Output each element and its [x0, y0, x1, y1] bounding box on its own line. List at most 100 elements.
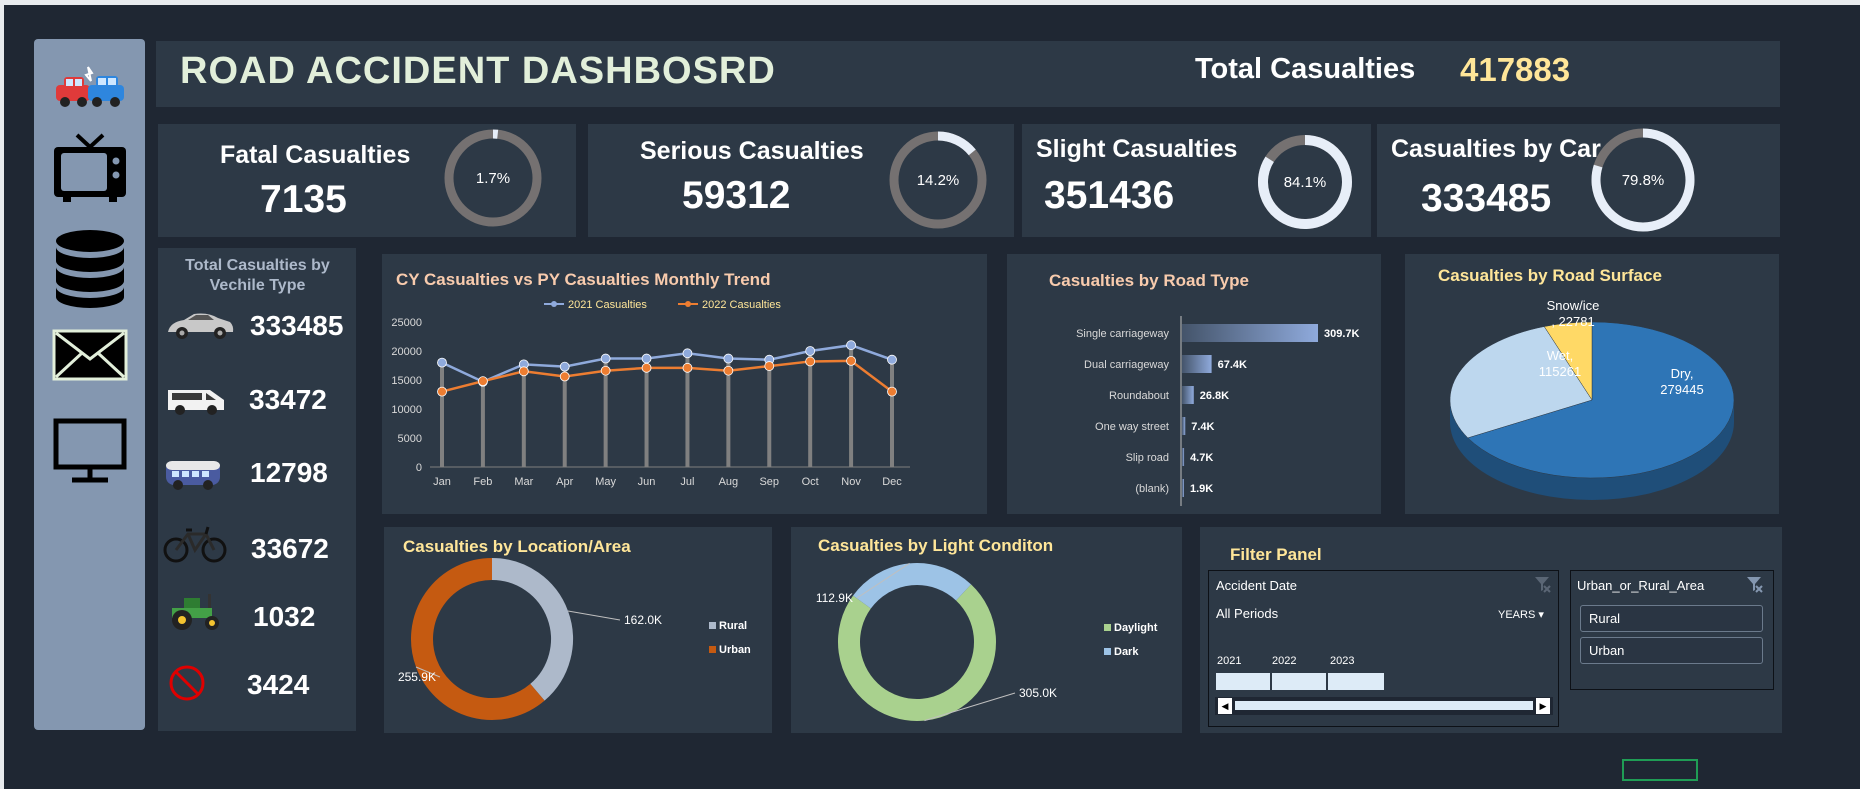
x-tick-label: Sep: [759, 476, 779, 488]
callout-line: [567, 610, 621, 621]
series-point: [518, 366, 529, 377]
bicycle-icon: [162, 522, 228, 569]
series-point: [559, 361, 570, 372]
x-tick-label: Aug: [719, 476, 739, 488]
series-point: [437, 386, 447, 397]
series-point: [559, 371, 570, 382]
road-value-label: 26.8K: [1200, 390, 1229, 402]
series-point: [600, 353, 611, 364]
series-point: [887, 354, 897, 365]
x-tick-label: Jun: [638, 476, 656, 488]
road-bar: [1182, 417, 1186, 435]
vehicle-type-title: Total Casualties by Vechile Type: [160, 256, 355, 296]
vehicle-title-line1: Total Casualties by: [185, 257, 330, 274]
series-point: [805, 346, 816, 356]
date-slicer-unit[interactable]: YEARS ▾: [1498, 608, 1544, 621]
series-line: [441, 343, 893, 384]
legend-label: Rural: [719, 620, 747, 632]
year-label-2023: 2023: [1330, 655, 1355, 667]
road-bar: [1182, 386, 1194, 404]
series-point: [437, 357, 447, 368]
road-category-label: Slip road: [1126, 452, 1169, 464]
legend-swatch: [709, 622, 716, 629]
pie-slice-name: Snow/ice: [1547, 298, 1600, 313]
vehicle-value-car: 333485: [250, 310, 344, 341]
clear-filter-icon[interactable]: [1533, 575, 1551, 598]
road-bar: [1182, 448, 1185, 466]
series-point: [682, 362, 693, 373]
x-tick-label: May: [595, 476, 616, 488]
road-value-label: 4.7K: [1190, 452, 1213, 464]
donut-segment: [491, 558, 573, 701]
x-tick-label: Apr: [556, 476, 573, 488]
kpi-donut-label: 79.8%: [1622, 172, 1665, 189]
series-point: [805, 356, 816, 367]
scroll-thumb[interactable]: [1235, 701, 1533, 710]
x-tick-label: Nov: [841, 476, 861, 488]
series-point: [600, 365, 611, 376]
series-point: [764, 361, 775, 371]
y-tick-label: 25000: [391, 317, 422, 329]
donut-segment: [411, 558, 545, 720]
van-icon: [166, 384, 226, 421]
road-bar: [1182, 355, 1212, 373]
timeline-scrollbar[interactable]: ◀ ▶: [1215, 697, 1553, 715]
year-label-2022: 2022: [1272, 655, 1297, 667]
timeline-bar-2022[interactable]: [1272, 673, 1326, 690]
kpi-donut-label: 1.7%: [476, 170, 510, 187]
timeline-bar-2021[interactable]: [1216, 673, 1270, 690]
kpi-donut-fatal: 1.7%: [444, 129, 542, 227]
pie-slice-name: Wet,: [1547, 348, 1574, 363]
legend-label: Urban: [719, 644, 751, 656]
legend-swatch: [1104, 624, 1111, 631]
road-bar: [1182, 479, 1184, 497]
vehicle-value-bus: 12798: [250, 457, 328, 488]
donut-value-label: 255.9K: [398, 670, 436, 684]
road-bar: [1182, 324, 1318, 342]
x-tick-label: Dec: [882, 476, 902, 488]
light-chart: 305.0K 112.9K Daylight Dark: [816, 562, 1158, 722]
location-chart: 162.0K 255.9K Rural Urban: [398, 558, 751, 720]
kpi-donut-label: 84.1%: [1284, 174, 1327, 191]
y-tick-label: 15000: [391, 375, 422, 387]
area-option-urban[interactable]: Urban: [1580, 637, 1763, 664]
scroll-right-icon[interactable]: ▶: [1536, 698, 1550, 714]
donut-segment: [838, 584, 996, 721]
kpi-donut-serious: 14.2%: [889, 131, 987, 229]
legend-marker: [685, 301, 691, 307]
road-category-label: One way street: [1095, 421, 1169, 433]
area-option-rural[interactable]: Rural: [1580, 605, 1763, 632]
vehicle-value-other: 3424: [247, 669, 310, 700]
area-slicer-header: Urban_or_Rural_Area: [1577, 578, 1705, 593]
x-tick-label: Oct: [802, 476, 819, 488]
timeline-bar-2023[interactable]: [1328, 673, 1384, 690]
road-value-label: 1.9K: [1190, 483, 1213, 495]
clear-filter-icon[interactable]: [1745, 575, 1763, 598]
vehicle-value-van: 33472: [249, 384, 327, 415]
year-label-2021: 2021: [1217, 655, 1242, 667]
y-tick-label: 5000: [398, 433, 422, 445]
road-category-label: (blank): [1135, 483, 1169, 495]
x-tick-label: Mar: [514, 476, 533, 488]
scroll-left-icon[interactable]: ◀: [1218, 698, 1232, 714]
legend-swatch: [1104, 648, 1111, 655]
monthly-trend-chart: 2021 Casualties 2022 Casualties 0 5000 1000…: [391, 299, 910, 488]
series-point: [723, 365, 734, 376]
series-point: [846, 340, 856, 351]
legend-label: 2021 Casualties: [568, 299, 647, 311]
donut-segment: [853, 563, 972, 609]
legend-label: 2022 Casualties: [702, 299, 781, 311]
road-type-chart: Single carriageway 309.7K Dual carriageway…: [1076, 316, 1360, 506]
series-point: [887, 386, 897, 397]
donut-value-label: 162.0K: [624, 613, 662, 627]
legend-marker: [551, 301, 557, 307]
donut-value-label: 305.0K: [1019, 686, 1057, 700]
pie-slice-name: Dry,: [1671, 366, 1694, 381]
y-tick-label: 0: [416, 462, 422, 474]
pie-slice-value: 115261: [1539, 364, 1581, 379]
date-slicer-period[interactable]: All Periods: [1216, 606, 1278, 621]
date-unit-label: YEARS: [1498, 609, 1536, 621]
pie-slice-value: , 22781: [1551, 314, 1594, 329]
bus-icon: [164, 457, 222, 496]
tractor-icon: [164, 592, 224, 637]
